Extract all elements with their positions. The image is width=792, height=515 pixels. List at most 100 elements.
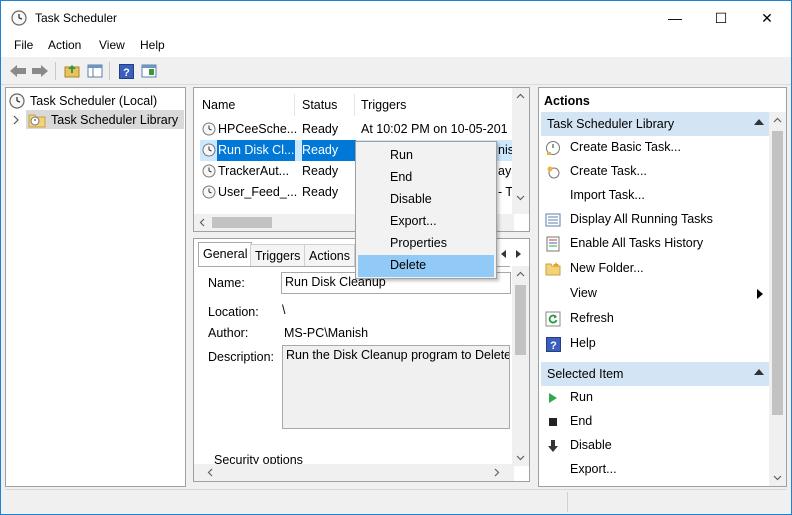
task-clock-icon bbox=[202, 143, 216, 160]
column-header-status[interactable]: Status bbox=[302, 98, 337, 112]
status-bar bbox=[5, 489, 787, 513]
action-refresh[interactable]: Refresh bbox=[539, 307, 769, 331]
action-create-basic-task[interactable]: Create Basic Task... bbox=[539, 136, 769, 160]
vertical-scroll-thumb[interactable] bbox=[515, 285, 526, 355]
minimize-button[interactable]: — bbox=[652, 1, 698, 35]
task-status: Ready bbox=[302, 140, 356, 161]
refresh-icon bbox=[545, 311, 561, 327]
context-menu-run[interactable]: Run bbox=[358, 145, 494, 167]
context-menu-disable[interactable]: Disable bbox=[358, 189, 494, 211]
scroll-left-icon[interactable] bbox=[202, 464, 219, 481]
tree-library-label: Task Scheduler Library bbox=[51, 112, 179, 127]
menu-action[interactable]: Action bbox=[48, 38, 81, 52]
tab-actions[interactable]: Actions bbox=[304, 244, 355, 266]
action-run[interactable]: Run bbox=[539, 386, 769, 410]
vertical-scroll-thumb[interactable] bbox=[772, 131, 783, 415]
action-end[interactable]: End bbox=[539, 410, 769, 434]
actions-vertical-scrollbar[interactable] bbox=[769, 112, 786, 486]
clock-icon bbox=[9, 92, 25, 109]
window-title: Task Scheduler bbox=[35, 11, 118, 25]
author-value: MS-PC\Manish bbox=[284, 326, 369, 340]
collapse-up-icon[interactable] bbox=[754, 369, 764, 375]
scroll-up-icon[interactable] bbox=[512, 88, 529, 105]
up-folder-icon[interactable] bbox=[63, 62, 81, 80]
tree-root-node[interactable]: Task Scheduler (Local) bbox=[9, 91, 157, 110]
tree-item-library[interactable]: Task Scheduler Library bbox=[26, 110, 184, 129]
scroll-down-icon[interactable] bbox=[512, 189, 529, 206]
back-icon[interactable] bbox=[9, 62, 27, 80]
description-field[interactable]: Run the Disk Cleanup program to Delete t bbox=[282, 345, 510, 429]
folder-clock-icon bbox=[28, 114, 46, 127]
task-name: TrackerAut... bbox=[218, 164, 290, 178]
name-label: Name: bbox=[208, 276, 245, 290]
close-button[interactable]: ✕ bbox=[744, 1, 790, 35]
tab-triggers[interactable]: Triggers bbox=[250, 244, 306, 266]
create-basic-task-icon bbox=[545, 140, 561, 156]
context-menu-delete[interactable]: Delete bbox=[358, 255, 494, 277]
context-menu-end[interactable]: End bbox=[358, 167, 494, 189]
running-tasks-icon bbox=[545, 212, 561, 228]
task-list-vertical-scrollbar[interactable] bbox=[512, 88, 529, 214]
collapse-up-icon[interactable] bbox=[754, 119, 764, 125]
action-help[interactable]: ? Help bbox=[539, 332, 769, 356]
section-selected-item[interactable]: Selected Item bbox=[541, 362, 770, 386]
task-status: Ready bbox=[302, 122, 339, 136]
tree-root-label: Task Scheduler (Local) bbox=[30, 93, 158, 108]
action-disable[interactable]: Disable bbox=[539, 434, 769, 458]
actions-header: Actions bbox=[544, 94, 590, 108]
scroll-down-icon[interactable] bbox=[769, 469, 786, 486]
submenu-arrow-icon bbox=[757, 289, 763, 299]
scroll-down-icon[interactable] bbox=[512, 449, 529, 466]
task-name: HPCeeSche... bbox=[218, 122, 298, 136]
action-display-running-tasks[interactable]: Display All Running Tasks bbox=[539, 208, 769, 232]
column-header-name[interactable]: Name bbox=[202, 98, 235, 112]
scroll-right-icon[interactable] bbox=[488, 464, 505, 481]
help-icon: ? bbox=[545, 336, 561, 352]
actions-pane: Actions Task Scheduler Library Create Ba… bbox=[538, 87, 787, 487]
task-trigger: - T bbox=[498, 185, 514, 199]
forward-icon[interactable] bbox=[31, 62, 49, 80]
task-status: Ready bbox=[302, 164, 339, 178]
task-trigger: At 10:02 PM on 10-05-201 bbox=[361, 122, 508, 136]
context-menu-export[interactable]: Export... bbox=[358, 211, 494, 233]
chevron-right-icon[interactable] bbox=[12, 110, 20, 129]
context-menu-properties[interactable]: Properties bbox=[358, 233, 494, 255]
task-name: Run Disk Cl... bbox=[217, 140, 295, 161]
task-clock-icon bbox=[202, 164, 216, 181]
task-name: User_Feed_... bbox=[218, 185, 298, 199]
properties-pane-icon[interactable] bbox=[86, 62, 104, 80]
show-pane-icon[interactable] bbox=[140, 62, 158, 80]
task-status: Ready bbox=[302, 185, 339, 199]
tab-scroll-buttons[interactable] bbox=[494, 245, 528, 263]
action-new-folder[interactable]: New Folder... bbox=[539, 257, 769, 281]
scroll-left-icon[interactable] bbox=[194, 214, 211, 231]
menu-file[interactable]: File bbox=[14, 38, 33, 52]
history-icon bbox=[545, 236, 561, 252]
console-tree: Task Scheduler (Local) Task Scheduler Li… bbox=[5, 87, 186, 487]
details-horizontal-scrollbar[interactable] bbox=[194, 464, 514, 481]
svg-text:?: ? bbox=[123, 67, 130, 79]
section-library-label: Task Scheduler Library bbox=[547, 117, 675, 131]
context-menu: Run End Disable Export... Properties Del… bbox=[355, 141, 497, 279]
horizontal-scroll-thumb[interactable] bbox=[212, 217, 272, 228]
help-icon[interactable]: ? bbox=[117, 62, 135, 80]
location-label: Location: bbox=[208, 305, 259, 319]
action-import-task[interactable]: Import Task... bbox=[539, 184, 769, 208]
action-create-task[interactable]: Create Task... bbox=[539, 160, 769, 184]
details-vertical-scrollbar[interactable] bbox=[512, 266, 529, 466]
action-view[interactable]: View bbox=[539, 282, 769, 306]
task-row[interactable]: HPCeeSche... Ready At 10:02 PM on 10-05-… bbox=[200, 119, 514, 140]
scroll-up-icon[interactable] bbox=[769, 112, 786, 129]
section-task-scheduler-library[interactable]: Task Scheduler Library bbox=[541, 112, 770, 136]
menu-bar: File Action View Help bbox=[1, 35, 791, 57]
tab-general[interactable]: General bbox=[198, 242, 253, 266]
maximize-button[interactable]: ☐ bbox=[698, 1, 744, 35]
svg-text:?: ? bbox=[550, 340, 557, 352]
scroll-up-icon[interactable] bbox=[512, 266, 529, 283]
menu-help[interactable]: Help bbox=[140, 38, 165, 52]
task-clock-icon bbox=[202, 122, 216, 139]
action-export[interactable]: Export... bbox=[539, 458, 769, 482]
menu-view[interactable]: View bbox=[99, 38, 125, 52]
column-header-triggers[interactable]: Triggers bbox=[361, 98, 406, 112]
action-enable-history[interactable]: Enable All Tasks History bbox=[539, 232, 769, 256]
